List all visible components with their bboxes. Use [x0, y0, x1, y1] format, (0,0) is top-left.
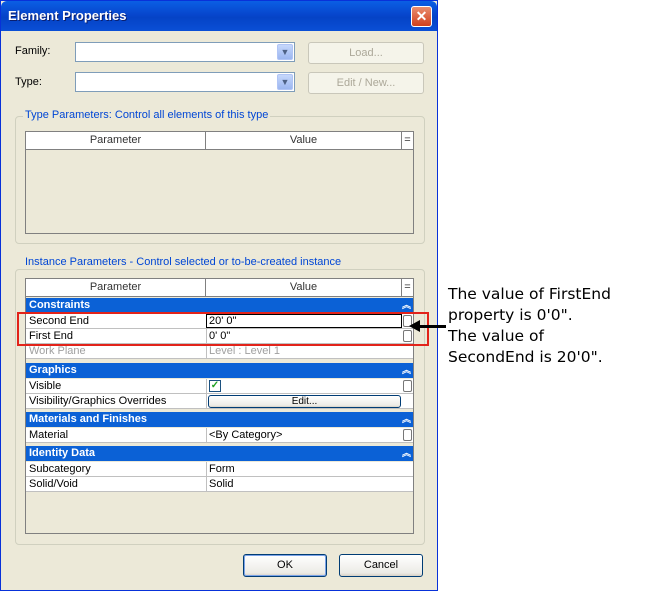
annotation-line-1: The value of FirstEnd — [448, 285, 611, 303]
ok-button[interactable]: OK — [243, 554, 327, 577]
element-properties-dialog: Element Properties ✕ Family: ▼ Load... T… — [0, 0, 438, 591]
annotation-line-4: SecondEnd is 20'0". — [448, 348, 603, 366]
window-title: Element Properties — [8, 8, 127, 23]
param-name: Visibility/Graphics Overrides — [29, 395, 167, 407]
cell-divider — [206, 394, 207, 409]
param-row-material[interactable]: Material <By Category> — [26, 428, 413, 443]
chevron-down-icon[interactable]: ▼ — [277, 44, 293, 60]
annotation-line-2: property is 0'0". — [448, 306, 573, 324]
category-constraints[interactable]: Constraints ︽ — [26, 298, 413, 313]
param-row-visibility-overrides[interactable]: Visibility/Graphics Overrides Edit... — [26, 394, 413, 409]
close-button[interactable]: ✕ — [411, 6, 432, 27]
associate-parameter-button[interactable] — [403, 380, 412, 392]
param-name: Material — [29, 429, 69, 441]
param-row-solid-void[interactable]: Solid/Void Solid — [26, 477, 413, 492]
checkmark-icon: ✓ — [210, 380, 220, 391]
cell-divider — [206, 344, 207, 359]
param-row-subcategory[interactable]: Subcategory Form — [26, 462, 413, 477]
family-label: Family: — [15, 45, 51, 57]
title-bar[interactable]: Element Properties ✕ — [1, 1, 437, 31]
annotation-text: The value of FirstEnd property is 0'0". … — [448, 284, 654, 368]
associate-parameter-button[interactable] — [403, 429, 412, 441]
category-label: Graphics — [29, 364, 77, 376]
param-value: Level : Level 1 — [209, 345, 280, 357]
column-header-eq[interactable]: = — [402, 279, 413, 296]
param-value[interactable]: Form — [209, 463, 235, 475]
collapse-icon[interactable]: ︽ — [402, 363, 411, 378]
family-combobox[interactable]: ▼ — [75, 42, 295, 62]
param-name: Visible — [29, 380, 62, 392]
column-header-eq[interactable]: = — [402, 132, 413, 149]
column-header-parameter[interactable]: Parameter — [26, 132, 206, 149]
collapse-icon[interactable]: ︽ — [402, 412, 411, 427]
category-materials-and-finishes[interactable]: Materials and Finishes ︽ — [26, 412, 413, 427]
cell-divider — [206, 428, 207, 443]
category-label: Materials and Finishes — [29, 413, 147, 425]
param-row-visible[interactable]: Visible ✓ — [26, 379, 413, 394]
cell-divider — [206, 462, 207, 477]
visibility-overrides-edit-button[interactable]: Edit... — [208, 395, 401, 408]
category-graphics[interactable]: Graphics ︽ — [26, 363, 413, 378]
edit-new-button[interactable]: Edit / New... — [308, 72, 424, 94]
visible-checkbox[interactable]: ✓ — [209, 380, 221, 392]
column-header-value[interactable]: Value — [206, 132, 402, 149]
cell-divider — [206, 477, 207, 492]
chevron-down-icon[interactable]: ▼ — [277, 74, 293, 90]
close-icon: ✕ — [415, 8, 428, 24]
collapse-icon[interactable]: ︽ — [402, 446, 411, 461]
collapse-icon[interactable]: ︽ — [402, 298, 411, 313]
type-parameters-grid: Parameter Value = — [25, 131, 414, 234]
cell-divider — [206, 379, 207, 394]
grid-header: Parameter Value = — [26, 132, 413, 150]
grid-header: Parameter Value = — [26, 279, 413, 297]
arrow-line — [418, 325, 446, 328]
category-identity-data[interactable]: Identity Data ︽ — [26, 446, 413, 461]
type-parameters-title: Type Parameters: Control all elements of… — [23, 109, 271, 121]
instance-parameters-title: Instance Parameters - Control selected o… — [23, 256, 344, 268]
category-label: Constraints — [29, 299, 91, 311]
column-header-parameter[interactable]: Parameter — [26, 279, 206, 296]
type-label: Type: — [15, 76, 42, 88]
param-value[interactable]: Solid — [209, 478, 233, 490]
param-name: Subcategory — [29, 463, 91, 475]
column-header-value[interactable]: Value — [206, 279, 402, 296]
highlight-box — [17, 312, 429, 346]
param-name: Solid/Void — [29, 478, 78, 490]
annotation-line-3: The value of — [448, 327, 544, 345]
category-label: Identity Data — [29, 447, 96, 459]
type-combobox[interactable]: ▼ — [75, 72, 295, 92]
param-value[interactable]: <By Category> — [209, 429, 282, 441]
param-row-work-plane: Work Plane Level : Level 1 — [26, 344, 413, 359]
param-name: Work Plane — [29, 345, 86, 357]
cancel-button[interactable]: Cancel — [339, 554, 423, 577]
load-button[interactable]: Load... — [308, 42, 424, 64]
